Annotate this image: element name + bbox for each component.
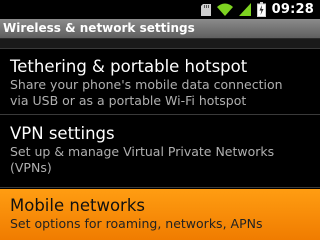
setting-summary-line: Share your phone's mobile data connectio… [10, 77, 283, 92]
setting-title: Tethering & portable hotspot [10, 57, 248, 76]
wifi-icon [216, 3, 233, 16]
setting-title: VPN settings [10, 124, 115, 143]
status-icons: 09:28 [200, 0, 320, 19]
setting-summary-line: via USB or as a portable Wi-Fi hotspot [10, 93, 247, 108]
sd-card-icon [200, 3, 211, 16]
battery-icon [256, 2, 266, 17]
list-top-edge [0, 39, 320, 49]
setting-summary-line: (VPNs) [10, 160, 52, 175]
status-bar: 09:28 [0, 0, 320, 19]
setting-tethering-hotspot[interactable]: Tethering & portable hotspot Share your … [0, 49, 320, 115]
title-bar: Wireless & network settings [0, 19, 320, 39]
clock: 09:28 [271, 2, 314, 17]
setting-vpn[interactable]: VPN settings Set up & manage Virtual Pri… [0, 116, 320, 188]
signal-icon [238, 3, 251, 16]
page-title: Wireless & network settings [3, 21, 195, 35]
setting-title: Mobile networks [10, 196, 145, 215]
setting-mobile-networks[interactable]: Mobile networks Set options for roaming,… [0, 189, 320, 240]
setting-summary-line: Set options for roaming, networks, APNs [10, 216, 263, 231]
setting-summary-line: Set up & manage Virtual Private Networks [10, 144, 275, 159]
